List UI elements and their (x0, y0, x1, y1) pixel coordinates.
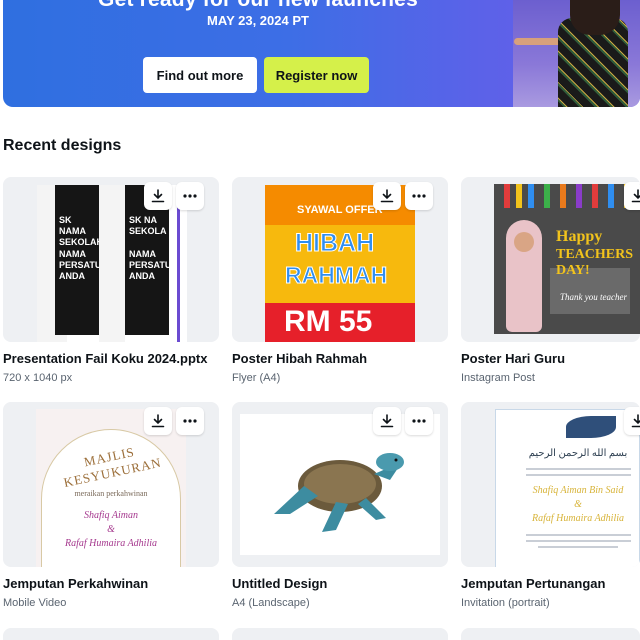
design-card-peek[interactable] (461, 628, 640, 640)
download-icon (151, 414, 165, 428)
promo-person-hair (570, 0, 620, 35)
preview-text: Shafiq Aiman Bin Said (532, 485, 624, 496)
download-icon (631, 189, 640, 203)
download-button[interactable] (144, 407, 172, 435)
more-options-button[interactable] (176, 407, 204, 435)
download-icon (380, 414, 394, 428)
more-options-button[interactable] (176, 182, 204, 210)
design-format: 720 x 1040 px (3, 372, 73, 384)
design-card[interactable]: SK NAMA SEKOLAH NAMA PERSATUAN ANDA SK N… (3, 177, 219, 384)
preview-text: & (107, 524, 115, 535)
preview-text: SK NAMA SEKOLAH (59, 215, 104, 247)
design-thumbnail[interactable]: SYAWAL OFFER HIBAH RAHMAH RM 55 (232, 177, 448, 342)
preview-text: Rafaf Humaira Adhilia (531, 513, 625, 524)
design-format: Flyer (A4) (232, 372, 281, 384)
design-card[interactable]: Untitled Design A4 (Landscape) (232, 402, 448, 609)
preview-text: بسم الله الرحمن الرحيم (528, 448, 628, 459)
preview-text: NAMA PERSATUAN ANDA (129, 249, 185, 281)
design-format: Instagram Post (461, 372, 535, 384)
download-icon (380, 189, 394, 203)
preview-text: RM 55 (284, 305, 373, 338)
recent-designs-heading: Recent designs (3, 137, 122, 154)
design-card-peek[interactable] (232, 628, 448, 640)
preview-text: Shafiq Aiman & Rafaf Humaira Adhilia (41, 509, 181, 551)
sea-turtle-image (274, 453, 404, 532)
design-thumbnail[interactable]: MAJLIS KESYUKURAN meraikan perkahwinan S… (3, 402, 219, 567)
more-options-icon (412, 194, 426, 198)
more-options-button[interactable] (405, 182, 433, 210)
design-thumbnail[interactable]: SK NAMA SEKOLAH NAMA PERSATUAN ANDA SK N… (3, 177, 219, 342)
design-title[interactable]: Presentation Fail Koku 2024.pptx (3, 351, 207, 366)
promo-headline: Get ready for our new launches (3, 0, 513, 12)
preview-text: Happy (556, 228, 603, 245)
design-format: A4 (Landscape) (232, 597, 310, 609)
preview-text: Rafaf Humaira Adhilia (64, 538, 158, 549)
preview-text: RAHMAH (284, 262, 388, 289)
more-options-button[interactable] (405, 407, 433, 435)
download-button[interactable] (373, 407, 401, 435)
design-title[interactable]: Untitled Design (232, 576, 327, 591)
engagement-invite-preview: بسم الله الرحمن الرحيم Shafiq Aiman Bin … (495, 409, 640, 567)
design-card[interactable]: SYAWAL OFFER HIBAH RAHMAH RM 55 Poster H… (232, 177, 448, 384)
design-card[interactable]: بسم الله الرحمن الرحيم Shafiq Aiman Bin … (461, 402, 640, 609)
download-icon (631, 414, 640, 428)
design-thumbnail[interactable]: Happy TEACHERS DAY! Thank you teacher (461, 177, 640, 342)
download-button[interactable] (373, 182, 401, 210)
design-title[interactable]: Jemputan Pertunangan (461, 576, 605, 591)
preview-text: meraikan perkahwinan (74, 489, 148, 498)
preview-text: NAMA PERSATUAN ANDA (59, 249, 115, 281)
more-options-icon (412, 419, 426, 423)
preview-text: & (574, 499, 582, 510)
preview-text: Thank you teacher (560, 292, 627, 302)
preview-text: HIBAH (294, 229, 375, 258)
design-card-peek[interactable] (3, 628, 219, 640)
preview-text: Shafiq Aiman (84, 510, 138, 521)
preview-text: TEACHERS DAY! (556, 247, 634, 278)
design-format: Mobile Video (3, 597, 67, 609)
download-button[interactable] (624, 407, 640, 435)
promo-person-arm (514, 38, 564, 45)
teachers-day-preview: Happy TEACHERS DAY! Thank you teacher (494, 184, 640, 334)
find-out-more-button[interactable]: Find out more (143, 57, 257, 93)
preview-text: Shafiq Aiman Bin Said & Rafaf Humaira Ad… (518, 484, 638, 526)
design-thumbnail[interactable] (232, 402, 448, 567)
design-title[interactable]: Jemputan Perkahwinan (3, 576, 148, 591)
design-card[interactable]: MAJLIS KESYUKURAN meraikan perkahwinan S… (3, 402, 219, 609)
download-button[interactable] (624, 182, 640, 210)
design-card[interactable]: Happy TEACHERS DAY! Thank you teacher Po… (461, 177, 640, 384)
design-title[interactable]: Poster Hari Guru (461, 351, 565, 366)
preview-text: SK NA SEKOLA (129, 215, 167, 236)
design-title[interactable]: Poster Hibah Rahmah (232, 351, 367, 366)
more-options-icon (183, 419, 197, 423)
more-options-icon (183, 194, 197, 198)
promo-date: MAY 23, 2024 PT (207, 13, 309, 28)
preview-text: SYAWAL OFFER (297, 204, 383, 216)
download-button[interactable] (144, 182, 172, 210)
turtle-preview (240, 414, 440, 555)
promo-banner: Get ready for our new launches MAY 23, 2… (3, 0, 640, 107)
design-thumbnail[interactable]: بسم الله الرحمن الرحيم Shafiq Aiman Bin … (461, 402, 640, 567)
design-format: Invitation (portrait) (461, 597, 550, 609)
register-now-button[interactable]: Register now (264, 57, 369, 93)
download-icon (151, 189, 165, 203)
